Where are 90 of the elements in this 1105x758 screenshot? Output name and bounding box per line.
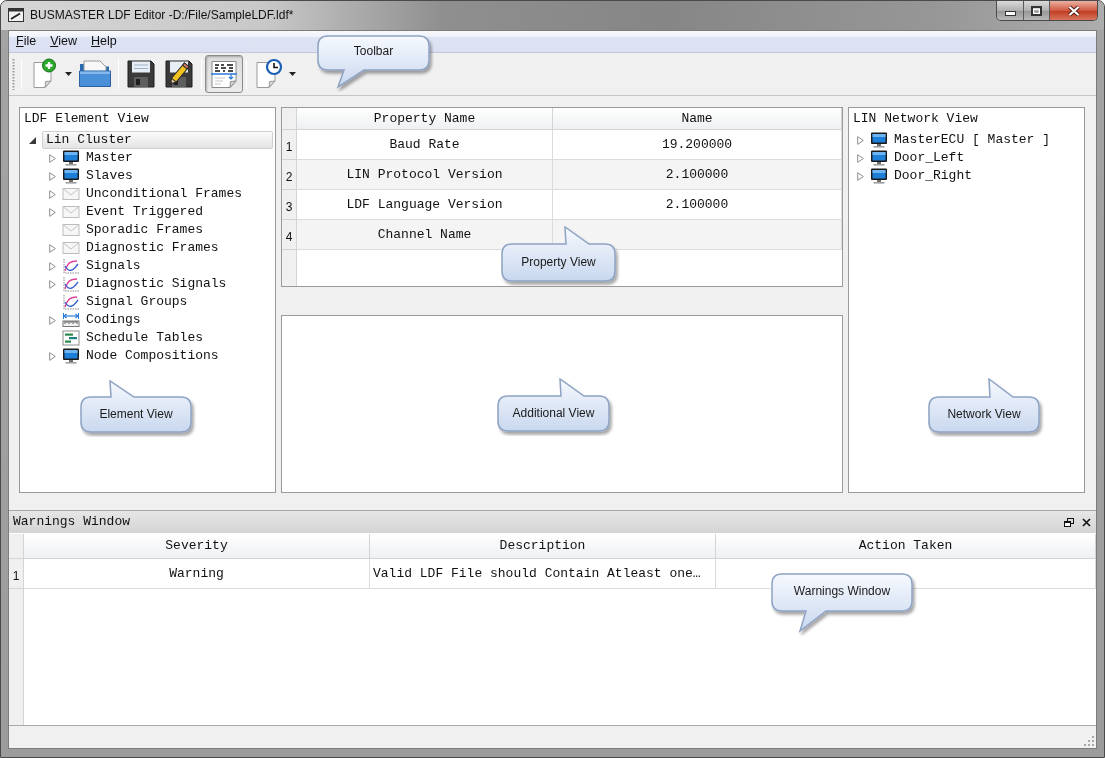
row-number: 3 — [282, 190, 297, 220]
menu-item[interactable]: View — [43, 31, 85, 52]
caret-right-icon[interactable] — [49, 243, 56, 253]
grip-icon[interactable] — [12, 58, 15, 90]
dock-title: Warnings Window — [13, 513, 131, 532]
table-cell: 19.200000 — [553, 130, 842, 160]
tree-item[interactable]: Event Triggered — [82, 203, 208, 221]
monitor-icon — [870, 168, 888, 184]
table-cell: 2.100000 — [553, 190, 842, 220]
caret-right-icon[interactable] — [49, 153, 56, 163]
document-lines-icon — [208, 58, 240, 90]
table-cell: Channel Name — [297, 220, 553, 250]
minimize-button[interactable] — [997, 1, 1024, 20]
close-button[interactable] — [1050, 1, 1097, 20]
minimize-icon — [1004, 11, 1016, 16]
envelope-icon — [62, 187, 80, 201]
row-header-strip — [282, 250, 297, 286]
caret-icon — [289, 72, 296, 76]
tree-item[interactable]: Door_Left — [890, 149, 969, 167]
close-icon[interactable] — [1082, 517, 1091, 527]
tree-item[interactable]: Sporadic Frames — [82, 221, 208, 239]
caret-right-icon[interactable] — [49, 279, 56, 289]
ruler-icon — [62, 312, 80, 328]
table-cell: Warning — [24, 559, 370, 589]
tree-item[interactable]: Signal Groups — [82, 293, 192, 311]
maximize-icon — [1031, 5, 1042, 16]
tree-item[interactable]: Codings — [82, 311, 145, 329]
caret-right-icon[interactable] — [49, 315, 56, 325]
tree-item[interactable]: Master — [82, 149, 137, 167]
caret-icon — [65, 72, 72, 76]
envelope-icon — [62, 241, 80, 255]
panel-title: LIN Network View — [853, 110, 978, 129]
caret-right-icon[interactable] — [49, 207, 56, 217]
caret-right-icon[interactable] — [49, 261, 56, 271]
table-cell: LIN Protocol Version — [297, 160, 553, 190]
line-chart-icon — [62, 294, 80, 310]
column-header: Action Taken — [716, 534, 1096, 559]
panel-title: LDF Element View — [24, 110, 149, 129]
tree-item[interactable]: MasterECU [ Master ] — [890, 131, 1055, 149]
caret-down-icon[interactable] — [29, 136, 36, 144]
table-cell: Valid LDF File should Contain Atleast one… — [370, 559, 716, 589]
caret-right-icon[interactable] — [857, 135, 864, 145]
monitor-icon — [870, 132, 888, 148]
tree-item[interactable]: Unconditional Frames — [82, 185, 247, 203]
line-chart-icon — [62, 258, 80, 274]
column-header: Property Name — [297, 108, 553, 130]
folder-icon — [78, 58, 112, 90]
envelope-icon — [62, 223, 80, 237]
menu-item[interactable]: File — [9, 31, 44, 52]
caret-right-icon[interactable] — [49, 351, 56, 361]
envelope-icon — [62, 205, 80, 219]
maximize-button[interactable] — [1024, 1, 1050, 20]
menu-item[interactable]: Help — [84, 31, 124, 52]
view-toggle-button[interactable] — [205, 55, 243, 93]
column-header: Name — [553, 108, 842, 130]
caret-right-icon[interactable] — [857, 171, 864, 181]
monitor-icon — [62, 150, 80, 166]
line-chart-icon — [62, 276, 80, 292]
close-icon — [1066, 4, 1081, 17]
tree-item[interactable]: Node Compositions — [82, 347, 223, 365]
document-clock-icon — [253, 58, 285, 90]
monitor-icon — [62, 348, 80, 364]
tree-item[interactable]: Signals — [82, 257, 145, 275]
table-cell: Baud Rate — [297, 130, 553, 160]
window-title: BUSMASTER LDF Editor -D:/File/SampleLDF.ldf* — [30, 7, 294, 23]
app-icon — [8, 8, 24, 22]
table-cell: LDF Language Version — [297, 190, 553, 220]
restore-icon[interactable] — [1064, 517, 1074, 527]
caret-right-icon[interactable] — [857, 153, 864, 163]
tree-item[interactable]: Schedule Tables — [82, 329, 208, 347]
row-number: 4 — [282, 220, 297, 250]
row-number: 1 — [9, 559, 24, 589]
row-number: 2 — [282, 160, 297, 190]
caret-right-icon[interactable] — [49, 189, 56, 199]
header-corner — [282, 108, 297, 130]
monitor-icon — [870, 150, 888, 166]
tree-item[interactable]: Lin Cluster — [42, 131, 273, 149]
tree-item[interactable]: Slaves — [82, 167, 137, 185]
column-header: Description — [370, 534, 716, 559]
column-header: Severity — [24, 534, 370, 559]
tree-item[interactable]: Door_Right — [890, 167, 976, 185]
floppy-pencil-icon — [163, 58, 195, 90]
resize-grip-icon[interactable] — [1084, 736, 1094, 746]
tree-item[interactable]: Diagnostic Frames — [82, 239, 223, 257]
row-number: 1 — [282, 130, 297, 160]
tree-item[interactable]: Diagnostic Signals — [82, 275, 231, 293]
monitor-icon — [62, 168, 80, 184]
caret-right-icon[interactable] — [49, 171, 56, 181]
table-cell: 2.100000 — [553, 160, 842, 190]
gantt-chart-icon — [62, 330, 80, 346]
